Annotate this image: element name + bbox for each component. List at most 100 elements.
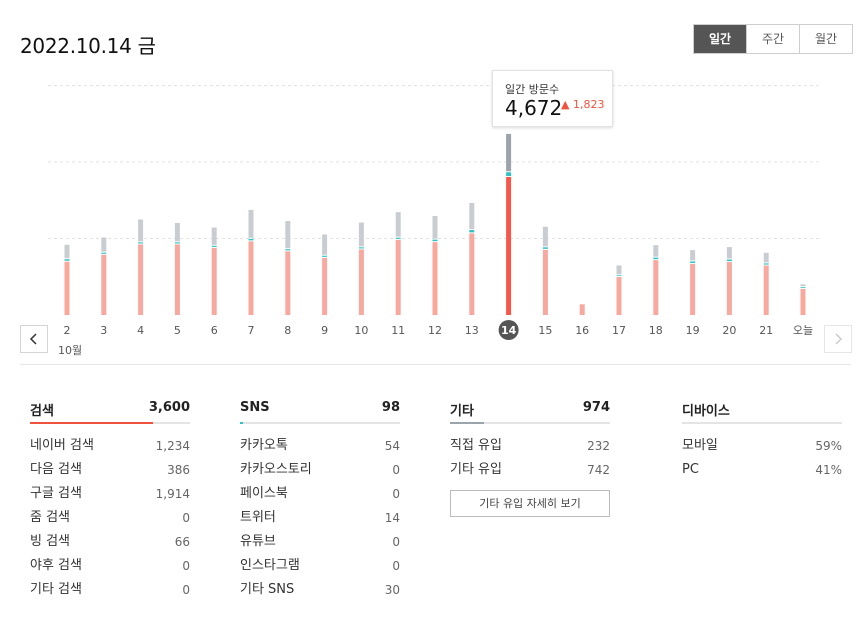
- x-tick-label[interactable]: 12: [428, 324, 442, 337]
- stat-row: 다음 검색 386: [30, 458, 190, 482]
- date-title: 2022.10.14 금: [20, 34, 156, 58]
- bar-segment[interactable]: [322, 234, 328, 255]
- bar-segment[interactable]: [285, 221, 291, 249]
- bar-segment[interactable]: [285, 249, 291, 251]
- bar-segment[interactable]: [64, 244, 70, 259]
- x-tick-label[interactable]: 16: [575, 324, 589, 337]
- x-tick-label[interactable]: 8: [284, 324, 291, 337]
- stat-other-total: 974: [582, 400, 610, 415]
- bar-segment[interactable]: [653, 245, 659, 257]
- bar-segment[interactable]: [211, 227, 217, 245]
- bar-segment[interactable]: [248, 241, 254, 315]
- stat-row: 모바일 59%: [682, 434, 842, 458]
- bar-segment[interactable]: [726, 259, 732, 262]
- bar-segment[interactable]: [506, 133, 512, 172]
- x-tick-label[interactable]: 7: [248, 324, 255, 337]
- x-tick-label[interactable]: 3: [100, 324, 107, 337]
- stat-search-header: 검색 3,600: [30, 400, 190, 422]
- bar-segment[interactable]: [395, 239, 401, 315]
- bar-segment[interactable]: [653, 260, 659, 315]
- bar-segment[interactable]: [432, 242, 438, 315]
- bar-segment[interactable]: [690, 261, 696, 264]
- bar-segment[interactable]: [211, 245, 217, 247]
- x-tick-label[interactable]: 9: [321, 324, 328, 337]
- tab-daily[interactable]: 일간: [694, 25, 746, 53]
- bar-segment[interactable]: [101, 254, 107, 315]
- x-tick-label[interactable]: 6: [211, 324, 218, 337]
- bar-segment[interactable]: [579, 304, 585, 315]
- bar-segment[interactable]: [726, 247, 732, 259]
- bar-segment[interactable]: [395, 237, 401, 239]
- bar-segment[interactable]: [542, 249, 548, 315]
- bar-segment[interactable]: [211, 247, 217, 315]
- tab-weekly[interactable]: 주간: [746, 25, 799, 53]
- bar-segment[interactable]: [506, 177, 512, 315]
- bar-segment[interactable]: [653, 257, 659, 260]
- bar-segment[interactable]: [138, 244, 144, 315]
- x-tick-label[interactable]: 2: [64, 324, 71, 337]
- bar-segment[interactable]: [469, 233, 475, 315]
- bar-segment[interactable]: [616, 277, 622, 315]
- bar-segment[interactable]: [506, 172, 512, 176]
- bar-segment[interactable]: [64, 261, 70, 315]
- bar-segment[interactable]: [469, 230, 475, 233]
- bar-segment[interactable]: [248, 238, 254, 241]
- bar-segment[interactable]: [322, 255, 328, 257]
- visit-tooltip: 일간 방문수 4,672 ▲ 1,823: [492, 70, 613, 127]
- x-tick-label[interactable]: 4: [137, 324, 144, 337]
- visits-chart: 2 3 4 5 6 7 8 9 10 11 12 13 14 15 16 17 18 19 20 21 오늘 일간 방문…: [0, 70, 863, 370]
- bar-segment[interactable]: [64, 259, 70, 261]
- tab-monthly[interactable]: 월간: [799, 25, 852, 53]
- bar-segment[interactable]: [542, 226, 548, 247]
- bar-segment[interactable]: [395, 212, 401, 237]
- next-button[interactable]: [824, 325, 852, 353]
- bar-segment[interactable]: [138, 242, 144, 244]
- bar-segment[interactable]: [542, 247, 548, 249]
- bar-segment[interactable]: [763, 252, 769, 263]
- bar-segment[interactable]: [690, 250, 696, 261]
- bar-segment[interactable]: [690, 264, 696, 315]
- tooltip-value: 4,672: [505, 96, 563, 120]
- bar-segment[interactable]: [101, 237, 107, 252]
- bar-segment[interactable]: [432, 239, 438, 242]
- bar-segment[interactable]: [616, 275, 622, 277]
- stat-row: 기타 SNS 30: [240, 578, 400, 602]
- bar-segment[interactable]: [174, 242, 180, 244]
- x-tick-label[interactable]: 10: [354, 324, 368, 337]
- x-tick-label[interactable]: 21: [759, 324, 773, 337]
- x-tick-label[interactable]: 오늘: [793, 324, 813, 337]
- x-tick-label[interactable]: 19: [686, 324, 700, 337]
- x-tick-label[interactable]: 13: [465, 324, 479, 337]
- x-tick-label[interactable]: 11: [391, 324, 405, 337]
- x-tick-label[interactable]: 5: [174, 324, 181, 337]
- x-tick-label[interactable]: 20: [722, 324, 736, 337]
- bar-segment[interactable]: [432, 216, 438, 239]
- bar-segment[interactable]: [358, 249, 364, 315]
- bar-segment[interactable]: [248, 209, 254, 238]
- bar-segment[interactable]: [469, 202, 475, 230]
- bar-segment[interactable]: [322, 257, 328, 315]
- bar-segment[interactable]: [800, 288, 806, 315]
- bar-segment[interactable]: [358, 222, 364, 247]
- stat-device-bar: [682, 422, 842, 424]
- bar-segment[interactable]: [763, 265, 769, 315]
- stat-row-label: 페이스북: [240, 486, 288, 501]
- bar-segment[interactable]: [174, 222, 180, 242]
- other-detail-button[interactable]: 기타 유입 자세히 보기: [450, 490, 610, 517]
- bar-segment[interactable]: [101, 252, 107, 254]
- bar-segment[interactable]: [358, 247, 364, 249]
- bar-segment[interactable]: [800, 287, 806, 288]
- x-tick-label[interactable]: 18: [649, 324, 663, 337]
- prev-button[interactable]: [20, 325, 48, 353]
- bar-segment[interactable]: [138, 219, 144, 242]
- bar-segment[interactable]: [726, 262, 732, 315]
- x-tick-label[interactable]: 17: [612, 324, 626, 337]
- bar-segment[interactable]: [763, 263, 769, 265]
- bar-segment[interactable]: [285, 251, 291, 315]
- x-tick-label[interactable]: 14: [501, 324, 517, 337]
- bar-segment[interactable]: [616, 265, 622, 275]
- bar-segment[interactable]: [174, 244, 180, 315]
- x-tick-label[interactable]: 15: [538, 324, 552, 337]
- bar-segment[interactable]: [800, 284, 806, 287]
- stat-search-bar-fill: [30, 422, 154, 424]
